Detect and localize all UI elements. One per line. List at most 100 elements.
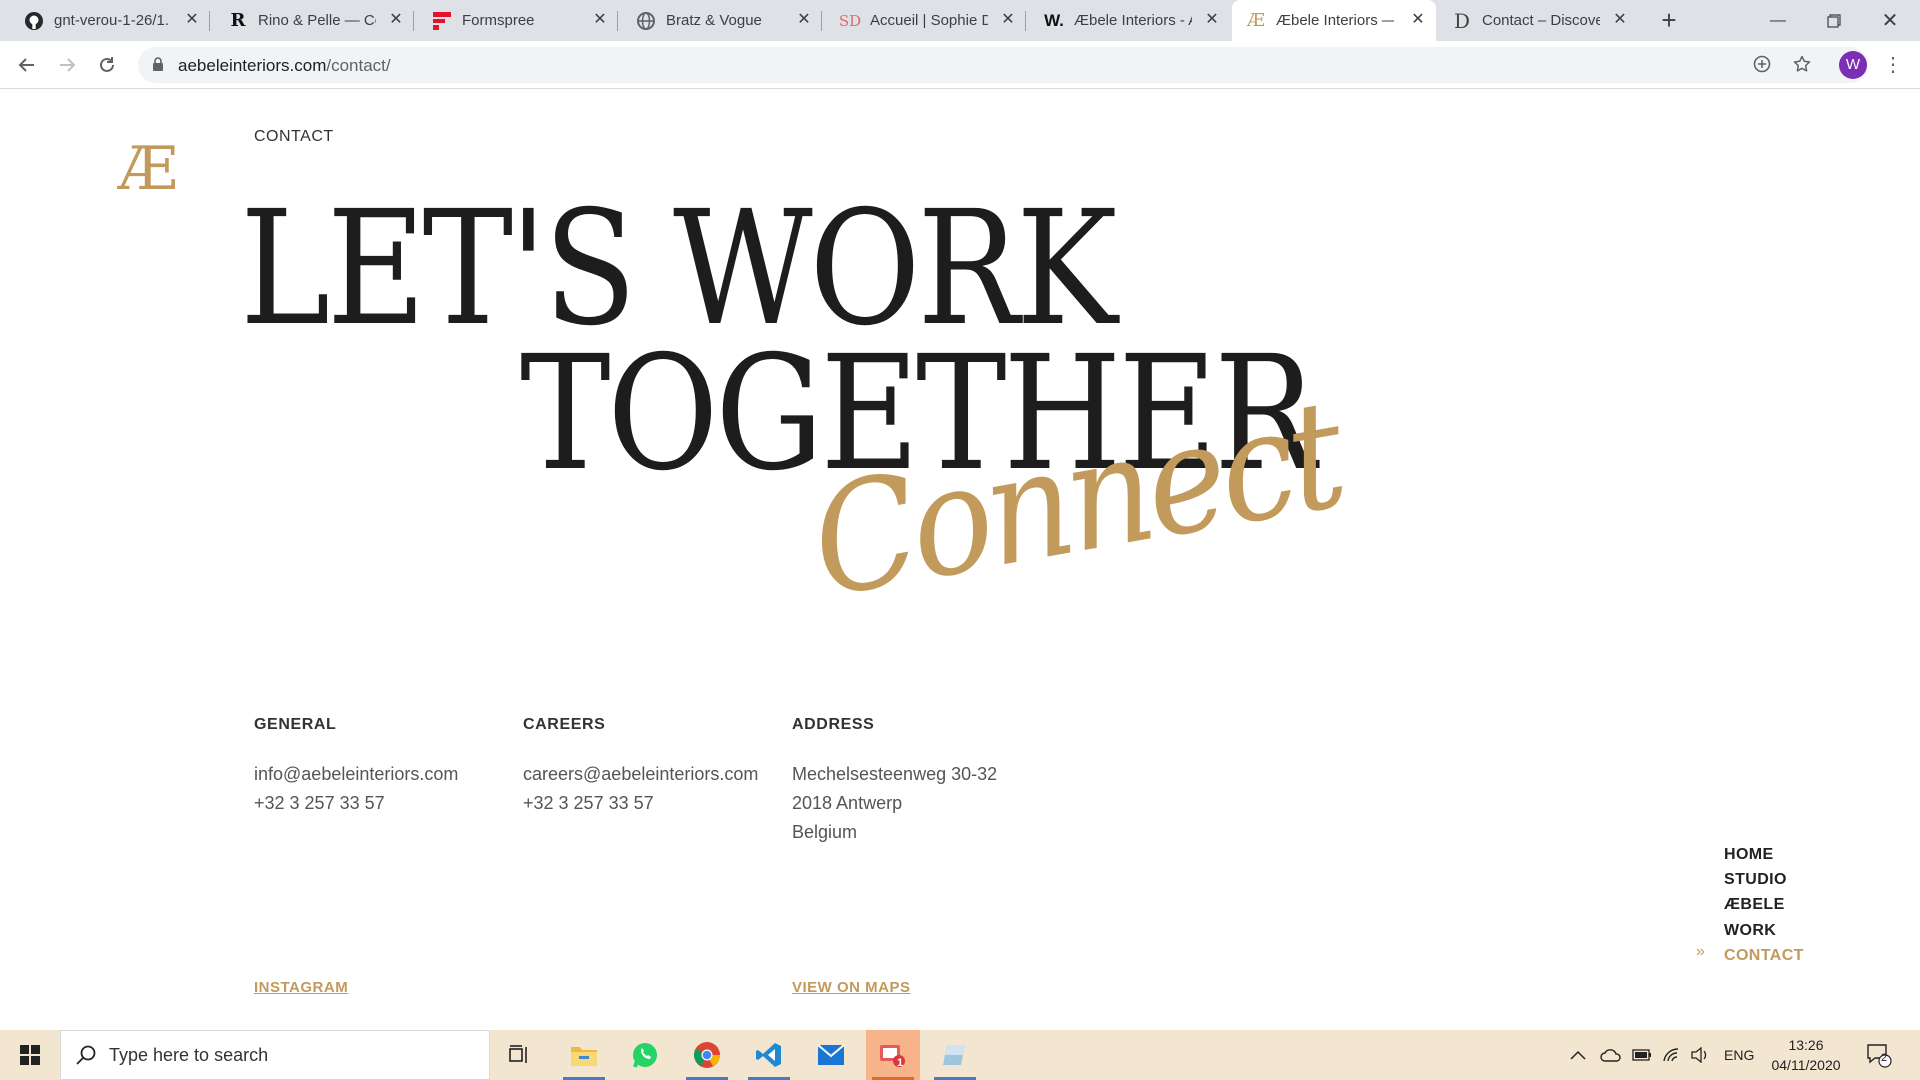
chrome-icon[interactable] bbox=[680, 1030, 734, 1080]
instagram-link[interactable]: INSTAGRAM bbox=[254, 979, 348, 996]
show-hidden-icons-icon[interactable] bbox=[1570, 1030, 1586, 1080]
close-icon[interactable]: ✕ bbox=[1410, 12, 1426, 28]
action-center-icon[interactable]: 2 bbox=[1866, 1030, 1892, 1080]
site-logo[interactable]: Æ bbox=[118, 134, 178, 204]
search-icon bbox=[75, 1044, 97, 1071]
url-host: aebeleinteriors.com bbox=[178, 56, 327, 75]
taskbar: Type here to search 1 ENG 13:26 04/11/20… bbox=[0, 1030, 1920, 1080]
toolbar: aebeleinteriors.com/contact/ W ⋮ bbox=[0, 41, 1920, 89]
install-icon[interactable] bbox=[1752, 55, 1772, 75]
page-breadcrumb: CONTACT bbox=[254, 128, 334, 145]
active-arrow-icon: » bbox=[1696, 943, 1705, 960]
view-on-maps-link[interactable]: VIEW ON MAPS bbox=[792, 979, 911, 996]
w-icon: W. bbox=[1044, 10, 1064, 30]
new-tab-icon[interactable]: + bbox=[1655, 6, 1683, 34]
notes-app-icon[interactable] bbox=[928, 1030, 982, 1080]
address-heading: ADDRESS bbox=[792, 716, 875, 733]
profile-avatar[interactable]: W bbox=[1839, 51, 1867, 79]
globe-icon bbox=[636, 11, 656, 31]
clock[interactable]: 13:26 04/11/2020 bbox=[1766, 1035, 1846, 1075]
tab-discover[interactable]: D Contact – Discover ✕ bbox=[1438, 0, 1638, 41]
taskbar-search[interactable]: Type here to search bbox=[60, 1030, 490, 1080]
mail-icon[interactable] bbox=[804, 1030, 858, 1080]
tab-title: Accueil | Sophie D bbox=[870, 12, 988, 29]
minimize-icon[interactable]: — bbox=[1750, 0, 1806, 41]
window-close-icon[interactable]: ✕ bbox=[1862, 0, 1918, 41]
nav-work[interactable]: WORK bbox=[1724, 918, 1804, 943]
clock-time: 13:26 bbox=[1788, 1037, 1824, 1053]
side-navigation: » HOME STUDIO ÆBELE WORK CONTACT bbox=[1696, 842, 1804, 968]
tab-rino[interactable]: R Rino & Pelle — Co ✕ bbox=[214, 0, 414, 41]
menu-icon[interactable]: ⋮ bbox=[1883, 53, 1903, 77]
url-path: /contact/ bbox=[326, 56, 391, 75]
address-column: ADDRESS Mechelsesteenweg 30-32 2018 Antw… bbox=[792, 716, 1052, 996]
address-bar[interactable]: aebeleinteriors.com/contact/ bbox=[138, 47, 1868, 83]
vscode-icon[interactable] bbox=[742, 1030, 796, 1080]
volume-icon[interactable] bbox=[1690, 1030, 1710, 1080]
close-icon[interactable]: ✕ bbox=[796, 12, 812, 28]
close-icon[interactable]: ✕ bbox=[184, 12, 200, 28]
nav-aebele[interactable]: ÆBELE bbox=[1724, 892, 1804, 917]
tab-title: Æbele Interiors — bbox=[1276, 12, 1394, 29]
tab-aebele-active[interactable]: Æ Æbele Interiors — ✕ bbox=[1232, 0, 1436, 41]
general-heading: GENERAL bbox=[254, 716, 337, 733]
tab-title: Contact – Discover bbox=[1482, 12, 1600, 29]
tab-separator bbox=[1025, 11, 1026, 31]
nav-home[interactable]: HOME bbox=[1724, 842, 1804, 867]
careers-phone[interactable]: +32 3 257 33 57 bbox=[523, 789, 783, 818]
close-icon[interactable]: ✕ bbox=[1204, 12, 1220, 28]
address-street: Mechelsesteenweg 30-32 bbox=[792, 764, 998, 784]
bookmark-star-icon[interactable] bbox=[1792, 55, 1812, 75]
onedrive-icon[interactable] bbox=[1600, 1030, 1622, 1080]
sd-icon: SD bbox=[838, 11, 862, 30]
careers-column: CAREERS careers@aebeleinteriors.com +32 … bbox=[523, 716, 783, 818]
task-view-icon[interactable] bbox=[492, 1030, 546, 1080]
formspree-icon bbox=[432, 11, 452, 31]
address-city: 2018 Antwerp bbox=[792, 793, 903, 813]
page-content: Æ CONTACT LET'S WORK TOGETHER Connect GE… bbox=[0, 90, 1920, 1030]
tab-separator bbox=[209, 11, 210, 31]
close-icon[interactable]: ✕ bbox=[1612, 12, 1628, 28]
tab-title: Rino & Pelle — Co bbox=[258, 12, 376, 29]
tab-title: gnt-verou-1-26/1. bbox=[54, 12, 170, 29]
nav-contact[interactable]: CONTACT bbox=[1724, 943, 1804, 968]
whatsapp-icon[interactable] bbox=[618, 1030, 672, 1080]
wifi-icon[interactable] bbox=[1662, 1030, 1680, 1080]
language-indicator[interactable]: ENG bbox=[1724, 1030, 1754, 1080]
careers-heading: CAREERS bbox=[523, 716, 606, 733]
mail-badge: 1 bbox=[897, 1057, 904, 1069]
tab-formspree[interactable]: Formspree ✕ bbox=[418, 0, 618, 41]
restore-icon[interactable] bbox=[1806, 0, 1862, 41]
battery-icon[interactable] bbox=[1632, 1030, 1652, 1080]
close-icon[interactable]: ✕ bbox=[388, 12, 404, 28]
url-text[interactable]: aebeleinteriors.com/contact/ bbox=[178, 56, 391, 76]
close-icon[interactable]: ✕ bbox=[1000, 12, 1016, 28]
d-icon: D bbox=[1453, 8, 1471, 33]
rino-r-icon: R bbox=[230, 10, 246, 31]
notification-app-icon[interactable]: 1 bbox=[866, 1030, 920, 1080]
forward-icon[interactable] bbox=[54, 52, 80, 78]
nav-studio[interactable]: STUDIO bbox=[1724, 867, 1804, 892]
general-column: GENERAL info@aebeleinteriors.com +32 3 2… bbox=[254, 716, 514, 996]
tab-strip: gnt-verou-1-26/1. ✕ R Rino & Pelle — Co … bbox=[0, 0, 1920, 41]
ae-icon: Æ bbox=[1246, 10, 1266, 31]
tab-github[interactable]: gnt-verou-1-26/1. ✕ bbox=[10, 0, 210, 41]
general-phone[interactable]: +32 3 257 33 57 bbox=[254, 789, 514, 818]
general-email[interactable]: info@aebeleinteriors.com bbox=[254, 760, 514, 789]
tab-separator bbox=[821, 11, 822, 31]
github-icon bbox=[24, 11, 44, 31]
careers-email[interactable]: careers@aebeleinteriors.com bbox=[523, 760, 783, 789]
close-icon[interactable]: ✕ bbox=[592, 12, 608, 28]
clock-date: 04/11/2020 bbox=[1771, 1057, 1841, 1073]
file-explorer-icon[interactable] bbox=[557, 1030, 611, 1080]
lock-icon[interactable] bbox=[152, 57, 164, 77]
notification-count: 2 bbox=[1881, 1052, 1888, 1064]
tab-sophie[interactable]: SD Accueil | Sophie D ✕ bbox=[826, 0, 1026, 41]
tab-bratz[interactable]: Bratz & Vogue ✕ bbox=[622, 0, 822, 41]
tab-aebele-w[interactable]: W. Æbele Interiors - A ✕ bbox=[1030, 0, 1230, 41]
reload-icon[interactable] bbox=[94, 52, 120, 78]
address-country: Belgium bbox=[792, 822, 858, 842]
back-icon[interactable] bbox=[14, 52, 40, 78]
tab-title: Formspree bbox=[462, 12, 535, 29]
windows-start-icon[interactable] bbox=[0, 1030, 60, 1080]
